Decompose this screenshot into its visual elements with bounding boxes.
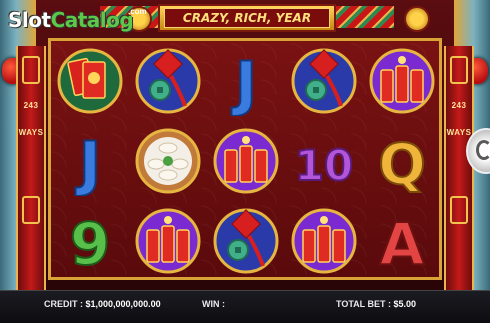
svg-text:J: J bbox=[75, 129, 101, 196]
ways-label-left: WAYS bbox=[18, 128, 44, 137]
win-label: WIN : bbox=[202, 299, 225, 309]
site-logo: SlotCatalog bbox=[8, 8, 134, 32]
svg-text:A: A bbox=[380, 210, 425, 276]
chinese-knot-coin-symbol bbox=[129, 41, 207, 121]
credit-display: CREDIT : $1,000,000,000.00 bbox=[44, 299, 161, 309]
ways-number-left: 243 bbox=[23, 101, 39, 110]
pillar-ornament-icon bbox=[450, 56, 468, 84]
a-symbol: A bbox=[363, 201, 441, 281]
9-symbol: 9 bbox=[51, 201, 129, 281]
chinese-knot-coin-symbol bbox=[207, 201, 285, 281]
pillar-ornament-icon bbox=[22, 56, 40, 84]
title-banner: CRAZY, RICH, YEAR bbox=[158, 4, 336, 32]
logo-text-part2: Catalog bbox=[50, 8, 134, 32]
right-pillar: 243 WAYS bbox=[444, 46, 474, 290]
credit-label: CREDIT : bbox=[44, 299, 83, 309]
left-pillar: 243 WAYS bbox=[16, 46, 46, 290]
total-bet-label: TOTAL BET : bbox=[336, 299, 391, 309]
reel-grid: J 9 J 10 Q A bbox=[48, 38, 442, 280]
game-title: CRAZY, RICH, YEAR bbox=[164, 8, 330, 28]
bottom-bar: CREDIT : $1,000,000,000.00 WIN : TOTAL B… bbox=[0, 290, 490, 323]
banner-right-flap bbox=[334, 6, 394, 28]
svg-text:Q: Q bbox=[378, 133, 426, 196]
game-screen: 243 WAYS 243 WAYS CRAZY, RICH, YEAR Slot… bbox=[0, 0, 490, 323]
chinese-knot-coin-symbol bbox=[285, 41, 363, 121]
ways-number-right: 243 bbox=[451, 101, 467, 110]
j-symbol: J bbox=[51, 121, 129, 201]
red-envelopes-symbol bbox=[51, 41, 129, 121]
spin-arrow-icon bbox=[476, 140, 490, 160]
svg-text:J: J bbox=[231, 49, 257, 116]
q-symbol: Q bbox=[363, 121, 441, 201]
10-symbol: 10 bbox=[285, 121, 363, 201]
credit-value: $1,000,000,000.00 bbox=[85, 299, 161, 309]
coin-right-icon bbox=[404, 6, 430, 32]
total-bet-display: TOTAL BET : $5.00 bbox=[336, 299, 416, 309]
win-display: WIN : bbox=[202, 299, 225, 309]
logo-text-part1: Slot bbox=[8, 8, 51, 32]
svg-text:10: 10 bbox=[295, 141, 353, 190]
firecrackers-symbol bbox=[129, 201, 207, 281]
firecrackers-symbol bbox=[207, 121, 285, 201]
pillar-ornament-icon bbox=[450, 196, 468, 224]
total-bet-value: $5.00 bbox=[393, 299, 417, 309]
firecrackers-symbol bbox=[363, 41, 441, 121]
j-symbol: J bbox=[207, 41, 285, 121]
dumplings-symbol bbox=[129, 121, 207, 201]
svg-text:9: 9 bbox=[70, 210, 110, 276]
firecrackers-symbol bbox=[285, 201, 363, 281]
logo-suffix: .com bbox=[128, 7, 147, 16]
pillar-ornament-icon bbox=[22, 196, 40, 224]
ways-label-right: WAYS bbox=[446, 128, 472, 137]
